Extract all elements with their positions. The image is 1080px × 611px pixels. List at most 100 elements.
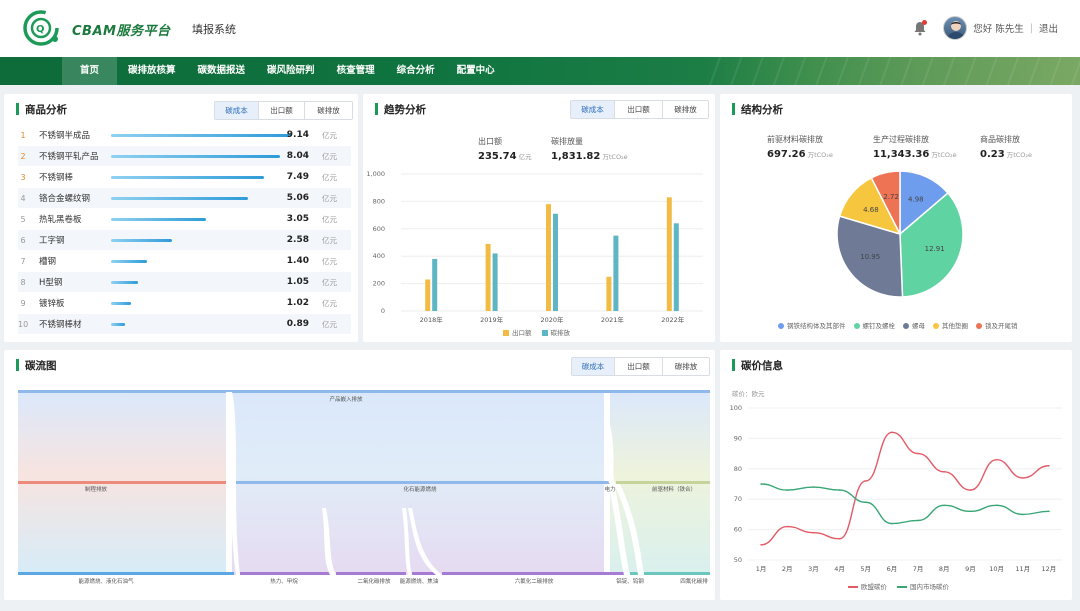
y-tick-label: 90	[734, 434, 742, 442]
pie-slice-label: 4.68	[863, 206, 879, 214]
product-value-bar	[111, 134, 291, 137]
product-row[interactable]: 9 镀锌板 1.02 亿元	[18, 293, 351, 313]
product-value: 1.40	[286, 256, 309, 266]
greeting-text: 您好 陈先生	[973, 24, 1024, 35]
y-tick-label: 100	[730, 404, 742, 412]
trend-bar-chart: 0 200 400 600 800 1,000 2018年 2019年 2020年 2021年 20…	[366, 170, 703, 324]
tab-emission[interactable]: 碳排放	[662, 358, 709, 375]
nav-item-risk[interactable]: 碳风险研判	[256, 57, 326, 85]
pie-legend-item[interactable]: 锁及开尾销	[976, 320, 1018, 330]
node-fossil	[232, 481, 610, 484]
price-point	[838, 537, 841, 540]
kpi-product: 商品碳排放 0.23 万tCO₂e	[980, 135, 1032, 160]
product-value-bar	[111, 176, 264, 179]
product-unit: 亿元	[322, 235, 337, 245]
main-nav: 首页 碳排放核算 碳数据报送 碳风险研判 核查管理 综合分析 配置中心	[0, 57, 1080, 85]
price-point	[864, 501, 867, 504]
product-row[interactable]: 8 H型钢 1.05 亿元	[18, 272, 351, 292]
bar-emission	[553, 213, 558, 311]
product-value-bar	[111, 155, 281, 158]
x-tick-label: 11月	[1015, 565, 1030, 573]
tab-export[interactable]: 出口额	[258, 102, 304, 119]
x-tick-label: 2021年	[601, 315, 625, 324]
tab-carbon-cost[interactable]: 碳成本	[572, 358, 614, 375]
product-row[interactable]: 7 槽钢 1.40 亿元	[18, 251, 351, 271]
product-row[interactable]: 1 不锈钢半成品 9.14 亿元	[18, 125, 351, 145]
flow-label-fossil: 化石能源燃烧	[403, 485, 437, 493]
node-top	[18, 390, 710, 393]
kpi-export: 出口额 235.74 亿元	[478, 137, 532, 162]
product-row[interactable]: 5 热轧黑卷板 3.05 亿元	[18, 209, 351, 229]
y-tick-label: 400	[373, 252, 385, 260]
node-b3	[336, 572, 406, 575]
kpi-process: 生产过程碳排放 11,343.36 万tCO₂e	[873, 135, 957, 160]
tab-export[interactable]: 出口额	[614, 358, 662, 375]
x-tick-label: 10月	[989, 565, 1004, 573]
node-b1	[18, 572, 234, 575]
bar-emission	[432, 258, 438, 311]
pie-legend-item[interactable]: 螺钉及螺栓	[853, 320, 895, 330]
product-row[interactable]: 4 铬合金螺纹钢 5.06 亿元	[18, 188, 351, 208]
product-row[interactable]: 6 工字钢 2.58 亿元	[18, 230, 351, 250]
x-tick-label: 12月	[1042, 565, 1057, 573]
nav-item-carbon-accounting[interactable]: 碳排放核算	[117, 57, 187, 85]
x-tick-label: 2月	[782, 565, 793, 573]
logout-link[interactable]: 退出	[1039, 21, 1058, 35]
nav-item-config[interactable]: 配置中心	[446, 57, 506, 85]
flow-label-b2: 热力、甲烷	[270, 577, 298, 585]
nav-item-data-report[interactable]: 碳数据报送	[187, 57, 257, 85]
user-area: 您好 陈先生 | 退出	[913, 16, 1058, 40]
product-name: 热轧黑卷板	[39, 215, 82, 225]
price-point	[1048, 510, 1050, 513]
tab-export[interactable]: 出口额	[614, 101, 662, 118]
x-tick-label: 1月	[756, 565, 767, 573]
flow-label-power: 电力	[604, 485, 615, 493]
flow-label-b7: 四氟化碳排	[680, 577, 708, 585]
product-unit: 亿元	[322, 130, 337, 140]
kpi-emission: 碳排放量 1,831.82 万tCO₂e	[551, 137, 628, 162]
tab-emission[interactable]: 碳排放	[662, 101, 708, 118]
flow-tabs: 碳成本 出口额 碳排放	[571, 357, 710, 376]
y-tick-label: 600	[373, 225, 385, 233]
product-analysis-title: 商品分析	[16, 102, 67, 117]
flow-label-b3: 二氧化碳排放	[357, 577, 391, 585]
subsystem-name: 填报系统	[192, 23, 236, 36]
node-b5	[442, 572, 624, 575]
product-name: 镀锌板	[39, 299, 65, 309]
product-row[interactable]: 10 不锈钢棒材 0.89 亿元	[18, 314, 351, 334]
tab-carbon-cost[interactable]: 碳成本	[571, 101, 614, 118]
pie-legend-item[interactable]: 钢铁结构体及其部件	[778, 320, 846, 330]
x-tick-label: 5月	[860, 565, 871, 573]
pie-legend-item[interactable]: 其他垫圈	[933, 320, 968, 330]
x-tick-label: 7月	[913, 565, 924, 573]
header-separator: |	[1029, 22, 1033, 34]
tab-emission[interactable]: 碳排放	[304, 102, 352, 119]
pie-slice-label: 12.91	[925, 245, 945, 253]
product-row[interactable]: 2 不锈钢平轧产品 8.04 亿元	[18, 146, 351, 166]
product-unit: 亿元	[322, 151, 337, 161]
pie-legend-item[interactable]: 螺母	[903, 320, 925, 330]
bar-export	[425, 279, 431, 311]
price-point	[891, 431, 893, 434]
product-row[interactable]: 3 不锈钢棒 7.49 亿元	[18, 167, 351, 187]
carbon-flow-title: 碳流图	[16, 358, 57, 373]
product-name: 不锈钢半成品	[39, 131, 91, 141]
product-unit: 亿元	[322, 298, 337, 308]
product-name: 铬合金螺纹钢	[39, 194, 91, 204]
nav-item-home[interactable]: 首页	[62, 57, 118, 85]
product-value: 1.02	[286, 298, 309, 308]
product-rank: 10	[18, 319, 29, 329]
price-point	[864, 480, 867, 482]
avatar[interactable]	[943, 16, 968, 40]
nav-item-analysis[interactable]: 综合分析	[386, 57, 446, 85]
product-value: 5.06	[286, 193, 309, 203]
bell-icon[interactable]	[913, 20, 928, 36]
nav-item-verification[interactable]: 核查管理	[326, 57, 386, 85]
product-unit: 亿元	[322, 193, 337, 203]
y-tick-label: 0	[381, 307, 385, 315]
cbam-logo[interactable]: Q	[22, 9, 60, 47]
structure-analysis-title: 结构分析	[732, 102, 783, 117]
tab-carbon-cost[interactable]: 碳成本	[215, 102, 258, 119]
price-legend: 欧盟碳价 国内市场碳价	[848, 581, 949, 591]
product-value-bar	[111, 260, 147, 263]
